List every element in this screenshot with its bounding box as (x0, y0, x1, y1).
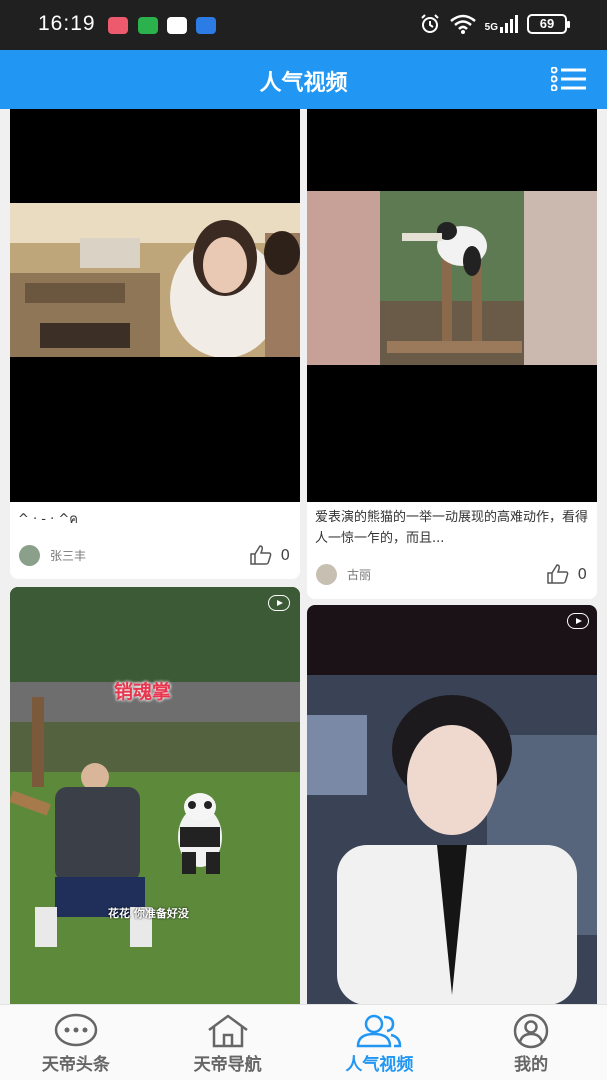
like-control[interactable]: 0 (547, 564, 587, 584)
kitchen-scene-image (10, 203, 300, 357)
thumbs-up-icon[interactable] (250, 545, 272, 565)
play-icon[interactable] (567, 613, 589, 629)
chat-bubble-icon (54, 1013, 98, 1047)
status-time: 16:19 (38, 12, 96, 35)
video-thumbnail[interactable] (10, 109, 300, 502)
network-type: 5G (484, 22, 498, 33)
video-overlay-title: 销魂掌 (114, 681, 172, 703)
nav-label: 天帝导航 (193, 1055, 262, 1075)
video-feed[interactable]: ^ · - · ^ค 张三丰 0 爱表演的熊猫的一举一动展现的高难动作，看得人一… (0, 109, 607, 1004)
thumbs-up-icon[interactable] (547, 564, 569, 584)
nav-item-headlines[interactable]: 天帝头条 (0, 1005, 152, 1080)
like-control[interactable]: 0 (250, 545, 290, 565)
nav-item-navigation[interactable]: 天帝导航 (152, 1005, 304, 1080)
nav-label: 我的 (514, 1055, 549, 1075)
alarm-icon (420, 14, 439, 33)
qq-icon (167, 17, 187, 34)
signal-icon: 5G (485, 15, 518, 33)
users-icon (357, 1014, 402, 1048)
video-author: 古丽 (316, 564, 371, 585)
panda-keeper-image (10, 587, 300, 1004)
bottom-nav: 天帝头条 天帝导航 人气视频 我的 (0, 1004, 607, 1080)
status-bar: 16:19 5G 69 (0, 0, 607, 50)
nav-label: 天帝头条 (41, 1055, 110, 1075)
like-count: 0 (577, 565, 587, 583)
video-thumbnail[interactable] (307, 109, 597, 502)
video-caption: ^ · - · ^ค (18, 512, 78, 527)
list-menu-icon[interactable] (551, 67, 587, 91)
nav-label: 人气视频 (345, 1055, 414, 1075)
avatar (19, 545, 40, 566)
video-subtitle: 花花 你准备好没 (108, 907, 189, 920)
home-icon (207, 1014, 248, 1048)
video-caption: 爱表演的熊猫的一举一动展现的高难动作，看得人一惊一乍的，而且... (315, 510, 589, 546)
author-name: 张三丰 (50, 549, 87, 563)
wechat-icon (138, 17, 158, 34)
video-thumbnail[interactable]: 销魂掌 花花 你准备好没 (10, 587, 300, 1004)
video-card[interactable] (307, 605, 597, 1004)
nav-item-popular-videos[interactable]: 人气视频 (304, 1005, 456, 1080)
like-count: 0 (280, 546, 290, 564)
video-card[interactable]: 爱表演的熊猫的一举一动展现的高难动作，看得人一惊一乍的，而且... 古丽 0 (307, 109, 597, 599)
video-card[interactable]: 销魂掌 花花 你准备好没 (10, 587, 300, 1004)
app-bar: 人气视频 (0, 50, 607, 109)
page-title: 人气视频 (259, 71, 348, 96)
avatar (316, 564, 337, 585)
nav-item-profile[interactable]: 我的 (455, 1005, 607, 1080)
young-man-image (307, 675, 597, 1004)
profile-icon (513, 1013, 549, 1049)
video-thumbnail[interactable] (307, 605, 597, 1004)
wifi-icon (449, 14, 476, 34)
author-name: 古丽 (347, 568, 372, 582)
battery-icon: 69 (527, 14, 570, 34)
play-icon[interactable] (268, 595, 290, 611)
mail-app-icon (108, 17, 128, 34)
video-card[interactable]: ^ · - · ^ค 张三丰 0 (10, 109, 300, 579)
cloud-app-icon (196, 17, 216, 34)
panda-zoo-image (307, 191, 597, 365)
video-author: 张三丰 (19, 545, 86, 566)
